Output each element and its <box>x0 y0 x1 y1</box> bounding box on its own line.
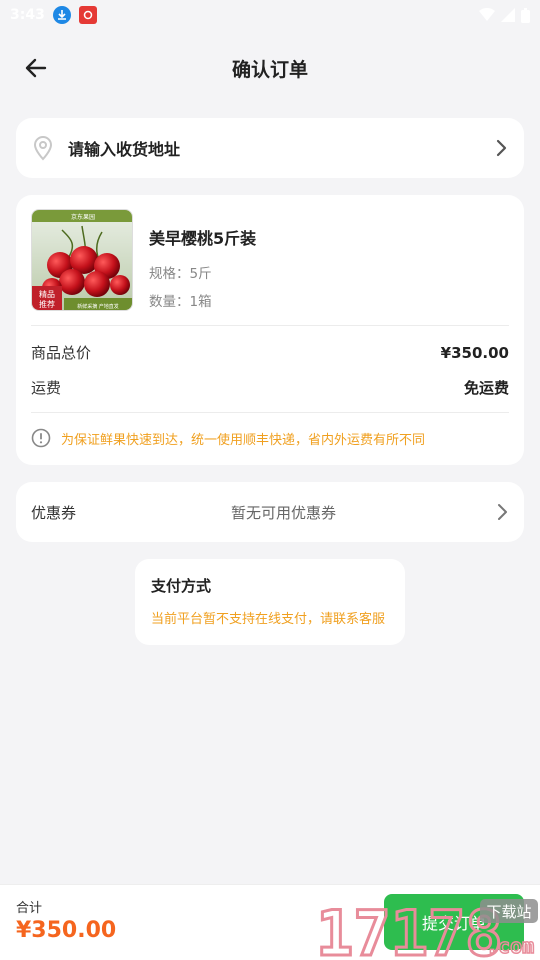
chevron-right-icon <box>497 503 509 521</box>
status-indicators <box>479 7 530 23</box>
status-bar: 3:43 <box>0 0 540 30</box>
goods-total-row: 商品总价 ¥350.00 <box>31 342 509 363</box>
shipping-row: 运费 免运费 <box>31 377 509 398</box>
goods-total-label: 商品总价 <box>31 344 92 362</box>
signal-icon <box>501 8 515 22</box>
product-quantity: 数量：1箱 <box>149 294 212 310</box>
shipping-notice-text: 为保证鲜果快速到达，统一使用顺丰快递，省内外运费有所不同 <box>61 432 426 448</box>
payment-note: 当前平台暂不支持在线支付，请联系客服 <box>151 612 386 627</box>
chevron-right-icon <box>496 139 508 157</box>
arrow-left-icon <box>25 58 47 78</box>
payment-method-card: 支付方式 当前平台暂不支持在线支付，请联系客服 <box>135 559 405 645</box>
back-button[interactable] <box>18 52 54 84</box>
shipping-notice: 为保证鲜果快速到达，统一使用顺丰快递，省内外运费有所不同 <box>31 428 509 448</box>
product-info: 美早樱桃5斤装 规格：5斤 数量：1箱 <box>149 209 256 311</box>
wifi-icon <box>479 8 495 21</box>
product-spec: 规格：5斤 <box>149 266 212 282</box>
goods-total-value: ¥350.00 <box>440 343 509 362</box>
order-summary-card: 京东果园 精品 推荐 新鲜采摘 产地直发 美早樱桃5斤装 规格：5斤 数量：1箱 <box>16 195 524 465</box>
image-top-text: 京东果园 <box>71 213 95 221</box>
order-total-value: ¥350.00 <box>16 918 117 943</box>
svg-text:推荐: 推荐 <box>39 299 55 309</box>
location-pin-icon <box>33 136 53 161</box>
address-selector[interactable]: 请输入收货地址 <box>16 118 524 178</box>
shipping-label: 运费 <box>31 379 62 397</box>
download-notification-icon <box>52 6 71 24</box>
app-notification-icon <box>78 6 97 24</box>
battery-icon <box>521 7 530 23</box>
status-time: 3:43 <box>10 7 45 23</box>
image-bottom-text: 新鲜采摘 产地直发 <box>77 303 119 310</box>
divider <box>31 325 509 326</box>
order-total-label: 合计 <box>16 901 43 916</box>
product-name: 美早樱桃5斤装 <box>149 229 257 248</box>
payment-title: 支付方式 <box>151 577 212 595</box>
coupon-selector[interactable]: 优惠券 暂无可用优惠券 <box>16 482 524 542</box>
shipping-value: 免运费 <box>463 379 509 397</box>
bottom-checkout-bar: 合计 ¥350.00 提交订单 <box>0 884 540 960</box>
product-image: 京东果园 精品 推荐 新鲜采摘 产地直发 <box>31 209 133 311</box>
product-row: 京东果园 精品 推荐 新鲜采摘 产地直发 美早樱桃5斤装 规格：5斤 数量：1箱 <box>31 209 509 311</box>
divider <box>31 412 509 413</box>
svg-text:精品: 精品 <box>39 289 55 299</box>
page-title: 确认订单 <box>231 58 308 81</box>
page-header: 确认订单 <box>0 40 540 96</box>
info-exclamation-icon <box>31 428 51 448</box>
submit-order-button[interactable]: 提交订单 <box>384 894 524 950</box>
coupon-label: 优惠券 <box>31 503 77 522</box>
address-placeholder: 请输入收货地址 <box>68 140 181 159</box>
coupon-value: 暂无可用优惠券 <box>231 503 337 522</box>
